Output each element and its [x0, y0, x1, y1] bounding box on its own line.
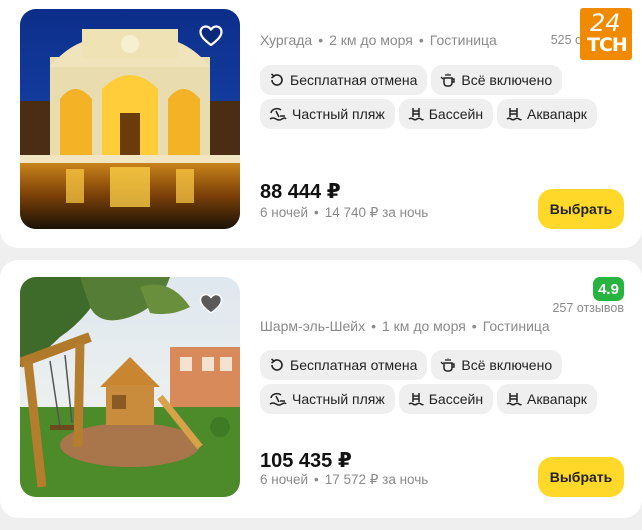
tag-pool: Бассейн — [398, 99, 494, 129]
logo-number: 24 — [590, 9, 621, 37]
hotel-type: Гостиница — [429, 32, 497, 48]
hotel-photo[interactable] — [20, 277, 240, 497]
hotel-distance: 2 км до моря — [329, 32, 413, 48]
cup-icon — [440, 358, 456, 372]
pool-icon — [408, 393, 424, 406]
waterslide-icon — [506, 108, 522, 121]
rating-badge: 4.9 — [593, 277, 624, 301]
tsn-logo: 24 ТСН — [580, 8, 632, 60]
tag-aquapark: Аквапарк — [497, 99, 597, 129]
hotel-location: Шарм-эль-Шейх — [260, 318, 366, 334]
hotel-location: Хургада — [260, 32, 313, 48]
tag-pool: Бассейн — [398, 384, 494, 414]
hotel-price: 88 444 ₽ — [260, 181, 341, 203]
reviews-count[interactable]: 257 отзывов — [552, 301, 624, 315]
price-per-night: 14 740 ₽ за ночь — [324, 205, 429, 220]
nights-count: 6 ночей — [260, 205, 309, 220]
hotel-card[interactable]: Хургада • 2 км до моря • Гостиница 525 о Бес… — [0, 0, 642, 248]
tag-free-cancellation: Бесплатная отмена — [260, 350, 428, 380]
select-button[interactable]: Выбрать — [538, 457, 624, 497]
logo-text: ТСН — [587, 34, 628, 56]
beach-icon — [269, 392, 287, 406]
amenity-tags: Бесплатная отмена Всё включено Частный п… — [260, 350, 620, 414]
refresh-icon — [270, 73, 283, 86]
tag-private-beach: Частный пляж — [260, 99, 395, 129]
heart-outline-icon — [199, 25, 223, 47]
beach-icon — [269, 107, 287, 121]
amenity-tags: Бесплатная отмена Всё включено Частный п… — [260, 65, 620, 129]
select-button[interactable]: Выбрать — [538, 189, 624, 229]
price-details: 6 ночей • 14 740 ₽ за ночь — [260, 205, 429, 220]
hotel-photo[interactable] — [20, 9, 240, 229]
nights-count: 6 ночей — [260, 472, 309, 487]
tag-free-cancellation: Бесплатная отмена — [260, 65, 428, 95]
price-per-night: 17 572 ₽ за ночь — [324, 472, 429, 487]
hotel-type: Гостиница — [482, 318, 550, 334]
pool-icon — [408, 108, 424, 121]
hotel-price: 105 435 ₽ — [260, 450, 352, 472]
hotel-distance: 1 км до моря — [382, 318, 466, 334]
tag-aquapark: Аквапарк — [497, 384, 597, 414]
tag-all-inclusive: Всё включено — [431, 65, 563, 95]
hotel-meta: Шарм-эль-Шейх • 1 км до моря • Гостиница — [260, 318, 550, 334]
tag-private-beach: Частный пляж — [260, 384, 395, 414]
favorite-button[interactable] — [194, 19, 228, 53]
heart-filled-icon — [199, 293, 223, 314]
price-details: 6 ночей • 17 572 ₽ за ночь — [260, 472, 429, 487]
tag-all-inclusive: Всё включено — [431, 350, 563, 380]
favorite-button[interactable] — [194, 287, 228, 321]
hotel-card[interactable]: 4.9 257 отзывов Шарм-эль-Шейх • 1 км до мо… — [0, 260, 642, 518]
hotel-meta: Хургада • 2 км до моря • Гостиница — [260, 32, 497, 48]
waterslide-icon — [506, 393, 522, 406]
cup-icon — [440, 73, 456, 87]
reviews-count[interactable]: 525 о — [551, 33, 582, 47]
refresh-icon — [270, 358, 283, 371]
